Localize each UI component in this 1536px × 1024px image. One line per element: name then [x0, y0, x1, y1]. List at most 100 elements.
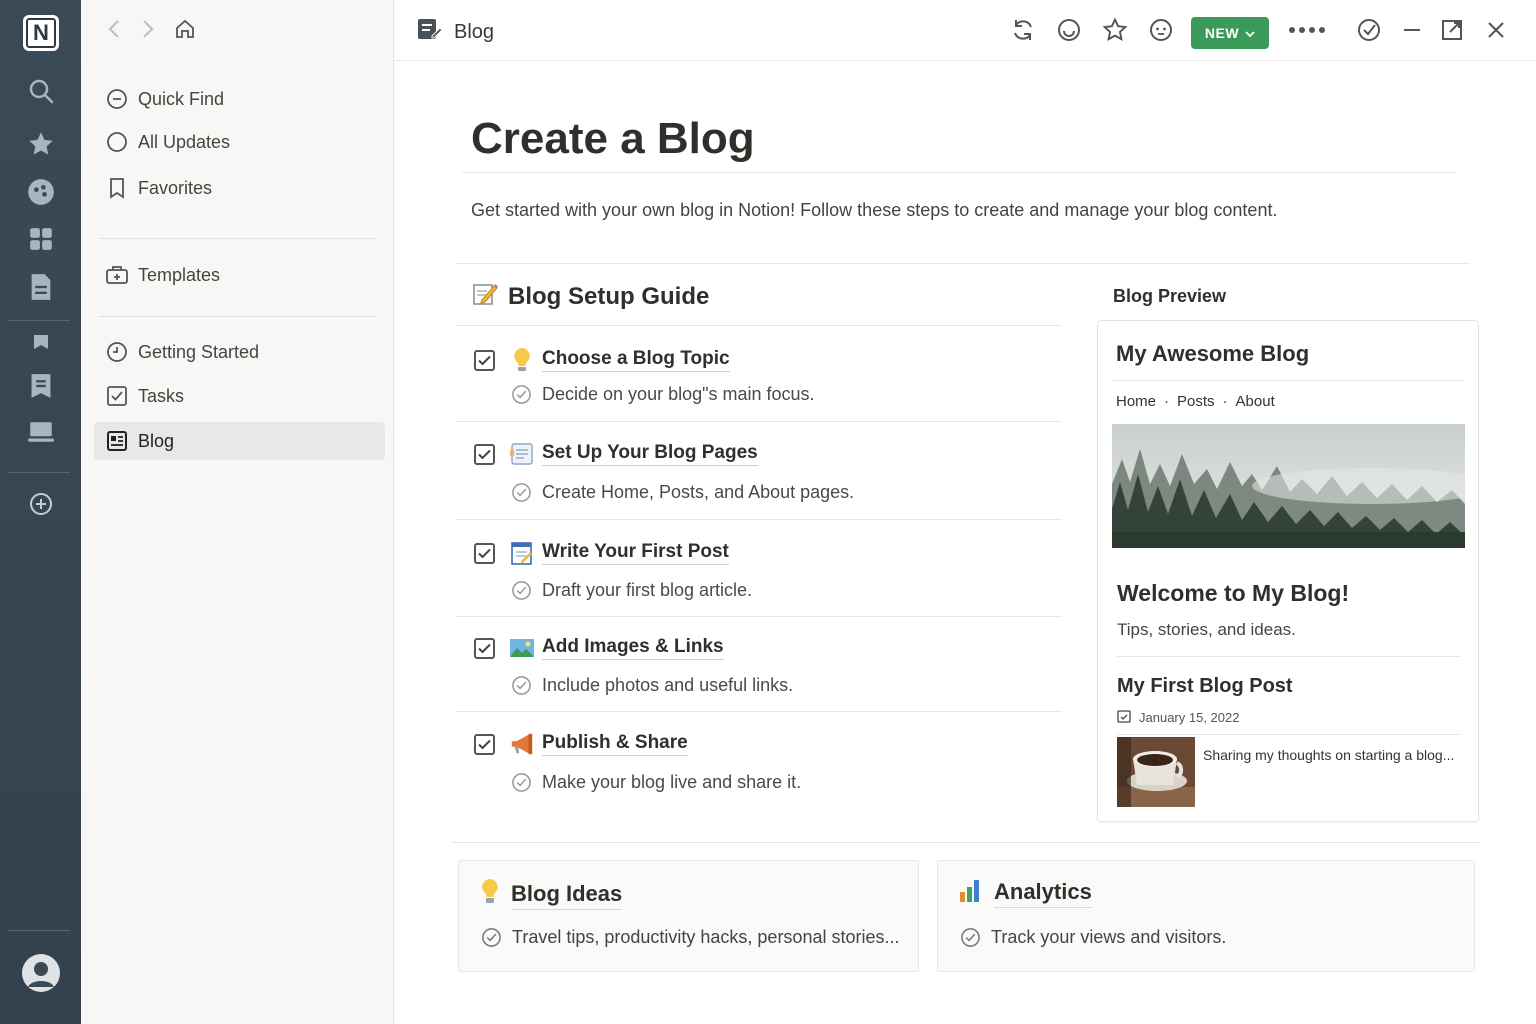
check-circle-icon [512, 384, 531, 404]
sidebar-item-label: Favorites [138, 177, 213, 198]
star-outline-icon[interactable] [1101, 16, 1129, 44]
new-button-label: NEW [1204, 25, 1240, 41]
preview-nav-separator: · [1164, 393, 1170, 410]
bookmark-icon[interactable] [21, 322, 61, 362]
preview-nav-posts[interactable]: Posts [1177, 393, 1215, 410]
check-circle-icon [482, 928, 501, 947]
user-avatar-icon[interactable] [21, 953, 61, 993]
close-icon[interactable] [1482, 16, 1510, 44]
sidebar-item-blog[interactable]: Blog [94, 422, 385, 460]
back-arrow-icon[interactable] [106, 18, 122, 45]
page-breadcrumb[interactable]: Blog [416, 16, 494, 48]
step-description-text: Create Home, Posts, and About pages. [542, 481, 855, 502]
preview-welcome: Welcome to My Blog! [1117, 580, 1350, 606]
lightbulb-icon [509, 347, 535, 373]
step-title-label: Set Up Your Blog Pages [542, 442, 758, 466]
step-description-text: Decide on your blog"s main focus. [542, 383, 815, 404]
forest-hero-image [1112, 424, 1465, 548]
sidebar-item-favorites[interactable]: Favorites [94, 169, 385, 207]
sidebar: Quick Find All Updates Favorites Templat… [81, 0, 394, 1024]
history-nav [106, 16, 196, 46]
circle-icon [106, 131, 128, 153]
sidebar-item-quick-find[interactable]: Quick Find [94, 80, 385, 118]
notepad-icon [509, 540, 535, 566]
minus-circle-icon [106, 88, 128, 110]
preview-nav: Home · Posts · About [1116, 393, 1275, 410]
preview-post-title[interactable]: My First Blog Post [1117, 675, 1293, 698]
sidebar-item-tasks[interactable]: Tasks [94, 377, 385, 415]
step-choose-topic[interactable]: Choose a Blog Topic [474, 345, 730, 375]
checkbox-icon[interactable] [474, 733, 495, 755]
star-icon[interactable] [21, 124, 61, 164]
step-description: Make your blog live and share it. [511, 769, 801, 795]
step-setup-pages[interactable]: Set Up Your Blog Pages [474, 439, 758, 469]
step-description: Include photos and useful links. [511, 672, 793, 698]
megaphone-icon [509, 731, 535, 757]
new-button[interactable]: NEW [1191, 17, 1269, 49]
sidebar-item-templates[interactable]: Templates [94, 256, 385, 294]
grid-icon[interactable] [21, 219, 61, 259]
comment-icon[interactable] [1147, 16, 1175, 44]
checkbox-icon[interactable] [474, 443, 495, 465]
sync-icon[interactable] [1009, 16, 1037, 44]
preview-nav-separator: · [1222, 393, 1228, 410]
check-circle-icon [961, 928, 980, 947]
step-write-post[interactable]: Write Your First Post [474, 538, 729, 568]
forward-arrow-icon[interactable] [140, 18, 156, 45]
laptop-icon[interactable] [21, 412, 61, 452]
app-rail: N [0, 0, 81, 1024]
sidebar-item-getting-started[interactable]: Getting Started [94, 333, 385, 371]
sidebar-item-label: Templates [138, 264, 221, 285]
blog-ideas-title-text: Blog Ideas [511, 881, 623, 910]
step-title-label: Publish & Share [542, 732, 688, 756]
blog-preview-card[interactable]: My Awesome Blog Home · Posts · About Wel… [1097, 320, 1479, 822]
checkbox-icon[interactable] [474, 637, 495, 659]
memo-pages-icon [509, 441, 535, 467]
checkbox-icon[interactable] [474, 349, 495, 371]
check-circle-icon[interactable] [1355, 16, 1383, 44]
preview-nav-home[interactable]: Home [1116, 393, 1156, 410]
analytics-card[interactable]: Analytics Track your views and visitors. [937, 860, 1475, 972]
home-icon[interactable] [174, 18, 196, 45]
add-circle-icon[interactable] [21, 484, 61, 524]
bookmark-outline-icon [106, 177, 128, 199]
preview-label: Blog Preview [1113, 286, 1227, 306]
blog-ideas-desc-text: Travel tips, productivity hacks, persona… [512, 927, 900, 947]
step-publish-share[interactable]: Publish & Share [474, 729, 688, 759]
chevron-down-icon [1245, 25, 1255, 41]
notion-logo-icon[interactable]: N [21, 13, 61, 53]
blog-ideas-card[interactable]: Blog Ideas Travel tips, productivity hac… [458, 860, 919, 972]
step-description-text: Include photos and useful links. [542, 674, 794, 695]
pencil-memo-icon [472, 280, 498, 313]
analytics-desc-text: Track your views and visitors. [991, 927, 1227, 947]
page-intro: Get started with your own blog in Notion… [471, 200, 1278, 220]
analytics-title: Analytics [958, 877, 1092, 909]
step-description-text: Draft your first blog article. [542, 579, 753, 600]
search-icon[interactable] [21, 71, 61, 111]
minimize-icon[interactable] [1398, 16, 1426, 44]
step-description: Decide on your blog"s main focus. [511, 381, 815, 407]
step-title-label: Add Images & Links [542, 636, 724, 660]
top-bar: Blog NEW [394, 0, 1536, 61]
sidebar-item-label: All Updates [138, 131, 231, 152]
maximize-icon[interactable] [1438, 16, 1466, 44]
page-breadcrumb-title: Blog [454, 20, 495, 43]
step-add-images[interactable]: Add Images & Links [474, 633, 724, 663]
page-title[interactable]: Create a Blog [471, 114, 755, 164]
clock-icon [106, 341, 128, 363]
check-circle-icon [512, 482, 531, 502]
more-options-icon[interactable] [1287, 16, 1327, 44]
document-icon[interactable] [21, 267, 61, 307]
palette-icon[interactable] [21, 172, 61, 212]
preview-nav-about[interactable]: About [1236, 393, 1275, 410]
checkbox-icon[interactable] [474, 542, 495, 564]
reading-list-icon[interactable] [21, 366, 61, 406]
sidebar-item-label: Getting Started [138, 341, 260, 362]
check-circle-icon [512, 580, 531, 600]
preview-post-date-text: January 15, 2022 [1139, 710, 1240, 725]
blog-ideas-desc: Travel tips, productivity hacks, persona… [481, 927, 899, 948]
smile-icon[interactable] [1055, 16, 1083, 44]
sidebar-item-label: Tasks [138, 385, 185, 406]
sidebar-item-all-updates[interactable]: All Updates [94, 123, 385, 161]
step-title-label: Write Your First Post [542, 541, 729, 565]
